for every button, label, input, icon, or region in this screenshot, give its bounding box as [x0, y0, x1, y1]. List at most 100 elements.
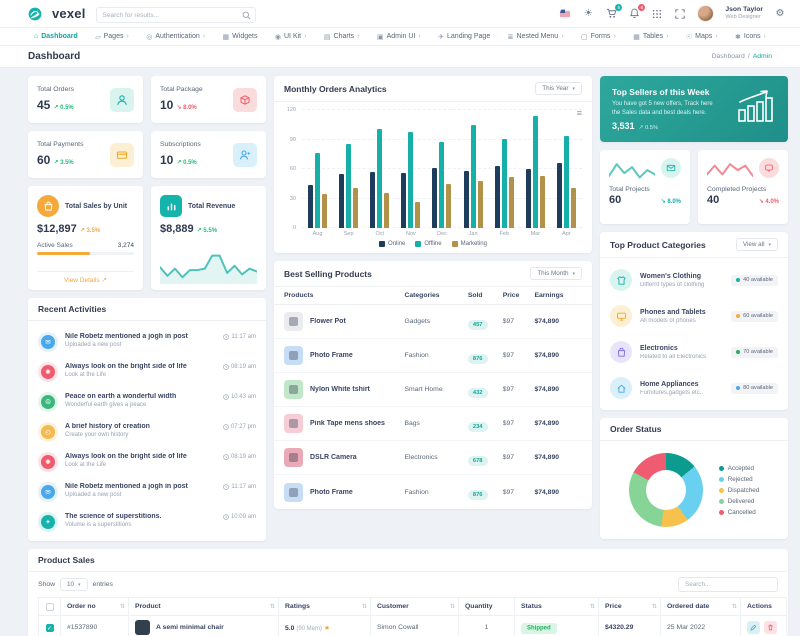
activity-item[interactable]: ✺ Always look on the bright side of life…	[38, 357, 256, 387]
product-price: $97	[503, 489, 535, 496]
apps-grid-icon[interactable]	[651, 8, 663, 20]
activity-icon: ✉	[41, 485, 55, 499]
card-title: Total Sales by Unit	[65, 203, 127, 210]
product-category: Electronics	[404, 454, 467, 461]
bar-online	[432, 168, 437, 228]
activity-item[interactable]: ✺ Always look on the bright side of life…	[38, 447, 256, 477]
sort-icon: ⇅	[732, 603, 737, 610]
nav-item[interactable]: ▣ Admin UI ›	[377, 33, 421, 41]
activity-icon: ☮	[41, 395, 55, 409]
envelope-icon	[661, 158, 681, 178]
breadcrumb-parent[interactable]: Dashboard	[712, 53, 745, 60]
category-item-womens-clothing[interactable]: Women's Clothing Differnt types of cloth…	[610, 262, 778, 298]
activity-time: 10:09 am	[223, 512, 256, 520]
entries-select[interactable]: 10▾	[60, 578, 88, 591]
completed-projects-card: Completed Projects 40 ↘ 4.0%	[698, 150, 788, 224]
theme-sun-icon[interactable]: ☀	[582, 8, 594, 20]
activity-item[interactable]: ✉ Nile Robetz mentioned a jogh in post U…	[38, 477, 256, 507]
select-all-checkbox[interactable]	[46, 603, 54, 611]
delete-button[interactable]	[764, 621, 777, 634]
nav-item[interactable]: ▦ Widgets	[223, 33, 258, 41]
product-price: $97	[503, 318, 535, 325]
nav-item[interactable]: ✱ Icons ›	[735, 33, 766, 41]
bar-online	[308, 185, 313, 228]
sort-icon: ⇅	[450, 603, 455, 610]
nav-item[interactable]: ✈ Landing Page	[438, 33, 490, 41]
shopping-bag-icon	[37, 195, 59, 217]
table-row[interactable]: #1537890 A semi minimal chair 5.0 (90 Me…	[39, 616, 787, 636]
cart-icon[interactable]: 5	[605, 8, 617, 20]
nav-item[interactable]: ☉ Maps ›	[686, 33, 718, 41]
total-sales-value: $12,897↗ 3.5%	[37, 223, 134, 235]
nav-item[interactable]: ◎ Authentication ›	[146, 33, 205, 41]
nav-item-label: Nested Menu	[517, 33, 559, 40]
total-revenue-card: Total Revenue $8,889↗ 5.5%	[151, 186, 266, 290]
stat-card-total-orders[interactable]: Total Orders 45↗ 0.5%	[28, 76, 143, 123]
activity-time: 08:19 am	[223, 452, 256, 460]
settings-gear-icon[interactable]: ⚙	[774, 8, 786, 20]
user-info[interactable]: Json Taylor Web Designer	[725, 6, 763, 20]
nav-item-icon: ▱	[95, 33, 100, 41]
brand-name: vexel	[52, 6, 86, 21]
table-search-input[interactable]	[678, 577, 778, 592]
fullscreen-icon[interactable]	[674, 8, 686, 20]
activity-item[interactable]: ✉ Nile Robetz mentioned a jogh in post U…	[38, 327, 256, 357]
nav-item-icon: ▢	[581, 33, 588, 41]
package-icon	[233, 88, 257, 112]
best-selling-period-select[interactable]: This Month▾	[530, 267, 582, 280]
nav-item[interactable]: ▢ Forms ›	[581, 33, 616, 41]
categories-filter-select[interactable]: View all▾	[736, 238, 778, 251]
shopping-bag-icon	[610, 341, 632, 363]
product-category: Smart Home	[404, 386, 467, 393]
stat-card-total-package[interactable]: Total Package 10↘ 8.0%	[151, 76, 266, 123]
activity-item[interactable]: ☮ Peace on earth a wonderful width Wonde…	[38, 387, 256, 417]
notifications-bell-icon[interactable]: 6	[628, 8, 640, 20]
best-selling-row[interactable]: Pink Tape mens shoes Bags 234 $97 $74,89…	[274, 407, 592, 441]
header-search-input[interactable]	[96, 7, 256, 23]
entries-control: Show 10▾ entries	[38, 578, 113, 591]
nav-item[interactable]: ▱ Pages ›	[95, 33, 129, 41]
clock-icon	[223, 394, 229, 400]
bar-group: Apr	[557, 110, 576, 237]
stat-card-total-payments[interactable]: Total Payments 60↗ 3.5%	[28, 131, 143, 178]
category-item-electronics[interactable]: Electronics Related to all Electronics 7…	[610, 334, 778, 370]
nav-item[interactable]: ◉ UI Kit ›	[275, 33, 307, 41]
top-sellers-description: You have got 5 new offers, Track here th…	[612, 100, 720, 117]
language-flag-icon[interactable]	[559, 8, 571, 20]
card-title: Monthly Orders Analytics	[284, 84, 387, 94]
best-selling-row[interactable]: Nylon White tshirt Smart Home 432 $97 $7…	[274, 373, 592, 407]
row-checkbox[interactable]	[46, 624, 54, 632]
category-item-phones-tablets[interactable]: Phones and Tablets All models of phones …	[610, 298, 778, 334]
category-name: Phones and Tablets	[640, 309, 723, 316]
nav-item[interactable]: ≣ Nested Menu ›	[508, 33, 564, 41]
best-selling-row[interactable]: Photo Frame Fashion 876 $97 $74,890	[274, 475, 592, 509]
main-nav: ⌂ Dashboard ▱ Pages › ◎ Authentication ›	[0, 28, 800, 46]
best-selling-row[interactable]: Flower Pot Gadgets 457 $97 $74,890	[274, 305, 592, 339]
edit-button[interactable]	[747, 621, 760, 634]
nav-item-label: UI Kit	[284, 33, 301, 40]
best-selling-row[interactable]: Photo Frame Fashion 876 $97 $74,890	[274, 339, 592, 373]
activity-time: 11:17 am	[223, 482, 256, 490]
activity-item[interactable]: ◴ A brief history of creation Create you…	[38, 417, 256, 447]
activity-item[interactable]: ✦ The science of superstitions. Volume i…	[38, 507, 256, 537]
credit-card-icon	[110, 143, 134, 167]
nav-item[interactable]: ▤ Charts ›	[324, 33, 360, 41]
best-selling-row[interactable]: DSLR Camera Electronics 678 $97 $74,890	[274, 441, 592, 475]
nav-item[interactable]: ⌂ Dashboard	[34, 33, 78, 40]
category-description: Differnt types of clothing	[640, 282, 723, 288]
user-avatar[interactable]	[697, 5, 714, 22]
trend-up-icon: ↗ 5.5%	[197, 228, 217, 234]
chart-period-select[interactable]: This Year▾	[535, 82, 582, 95]
search-icon[interactable]	[242, 7, 251, 16]
total-projects-card: Total Projects 60 ↘ 8.0%	[600, 150, 690, 224]
stat-card-subscriptions[interactable]: Subscriptions 10↗ 0.5%	[151, 131, 266, 178]
stat-value: 40	[707, 194, 719, 206]
orders-legend: OnlineOfflineMarketing	[284, 237, 582, 249]
category-item-home-appliances[interactable]: Home Appliances Furnitures,gadgets etc..…	[610, 370, 778, 406]
nav-item[interactable]: ▦ Tables ›	[633, 33, 668, 41]
nav-item-label: Charts	[334, 33, 355, 40]
sold-badge: 678	[468, 456, 488, 466]
view-details-link[interactable]: View Details ↗	[37, 271, 134, 284]
activity-icon: ✦	[41, 515, 55, 529]
activity-description: Look at the Life	[65, 372, 216, 378]
